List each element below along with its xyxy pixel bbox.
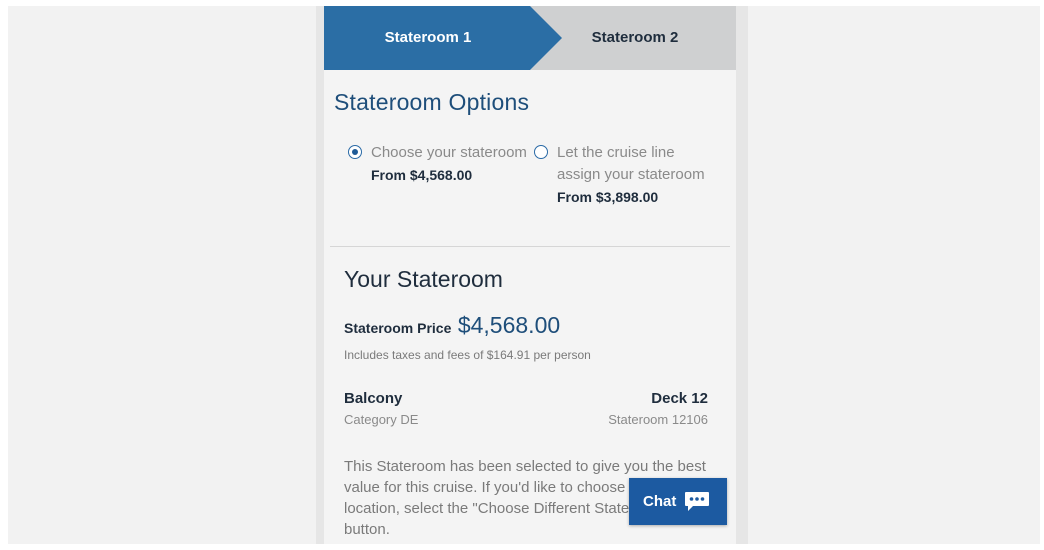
cabin-number: Stateroom 12106 (608, 412, 708, 427)
chat-label: Chat (643, 493, 677, 510)
stateroom-steps: Stateroom 1 Stateroom 2 (324, 6, 736, 70)
page: Stateroom 1 Stateroom 2 Stateroom Option… (0, 0, 1044, 550)
stateroom-panel: Stateroom 1 Stateroom 2 Stateroom Option… (324, 6, 736, 544)
section-divider (330, 246, 730, 247)
cabin-deck: Deck 12 (651, 390, 708, 407)
chat-bubble-icon (685, 492, 709, 511)
option-assign-label: Let the cruise line assign your stateroo… (557, 144, 705, 183)
cabin-location-block: Deck 12 Stateroom 12106 (608, 388, 708, 430)
option-choose-label: Choose your stateroom (371, 144, 527, 161)
cabin-type: Balcony (344, 390, 403, 407)
your-stateroom-title: Your Stateroom (344, 266, 503, 292)
stateroom-price-row: Stateroom Price $4,568.00 (344, 312, 560, 339)
radio-unselected-icon[interactable] (534, 145, 548, 159)
option-choose-stateroom[interactable]: Choose your stateroom From $4,568.00 (348, 142, 528, 186)
cabin-category: Category DE (344, 412, 419, 427)
stateroom-options-title: Stateroom Options (334, 89, 530, 115)
stateroom-price-label: Stateroom Price (344, 320, 452, 336)
tab-stateroom-2[interactable]: Stateroom 2 (534, 6, 736, 70)
chat-button[interactable]: Chat (629, 478, 727, 525)
option-assign-price: From $3,898.00 (557, 189, 659, 205)
taxes-fees-note: Includes taxes and fees of $164.91 per p… (344, 348, 591, 362)
stateroom-price-value: $4,568.00 (457, 312, 561, 338)
tab-stateroom-1[interactable]: Stateroom 1 (324, 6, 532, 70)
cabin-type-block: Balcony Category DE (344, 388, 418, 430)
option-choose-price: From $4,568.00 (371, 167, 473, 183)
radio-selected-icon[interactable] (348, 145, 362, 159)
option-assign-stateroom[interactable]: Let the cruise line assign your stateroo… (534, 142, 714, 208)
